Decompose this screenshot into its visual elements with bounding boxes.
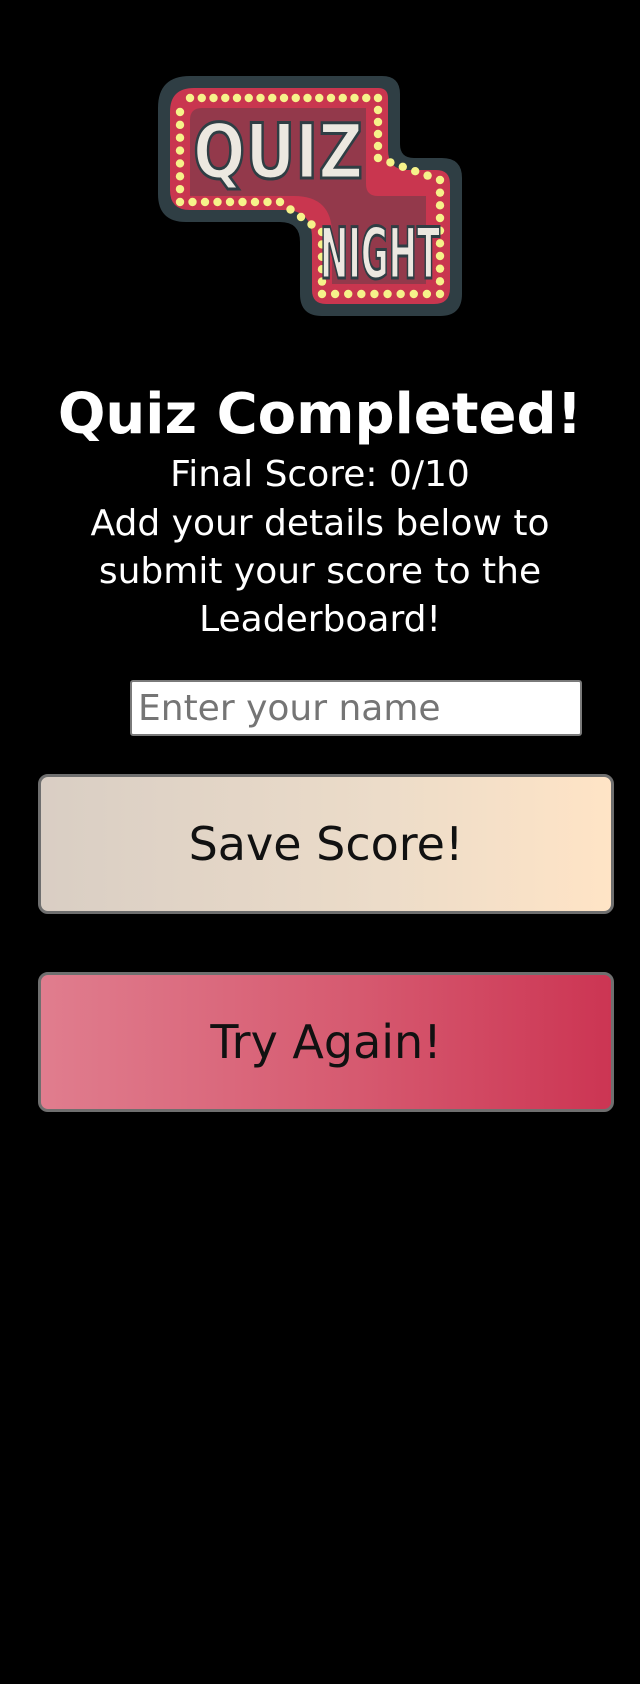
bulb-dot — [275, 197, 285, 207]
bulb-dot — [185, 93, 195, 103]
bulb-dot — [209, 93, 218, 103]
bulb-dot — [303, 93, 312, 103]
bulb-dot — [398, 162, 407, 171]
bulb-dot — [256, 93, 265, 103]
final-score: Final Score: 0/10 — [170, 454, 470, 495]
bulb-dot — [373, 153, 383, 163]
bulb-dot — [373, 93, 383, 103]
bulb-dot — [435, 175, 445, 185]
bulb-dot — [175, 159, 185, 168]
bulb-dot — [279, 93, 289, 103]
bulb-dot — [225, 197, 235, 207]
bulb-dot — [175, 133, 185, 142]
bulb-dot — [263, 197, 272, 207]
bulb-dot — [435, 201, 445, 210]
bulb-dot — [350, 93, 359, 103]
bulb-dot — [373, 129, 383, 139]
bulb-dot — [386, 158, 395, 167]
logo-graphic: QUIZ NIGHT — [158, 76, 462, 316]
bulb-dot — [315, 93, 324, 103]
bulb-dot — [268, 93, 277, 103]
bulb-dot — [188, 197, 197, 207]
bulb-dot — [362, 93, 371, 103]
quiz-night-logo: QUIZ NIGHT — [150, 72, 490, 322]
bulb-dot — [200, 197, 210, 207]
try-again-button[interactable]: Try Again! — [38, 972, 614, 1112]
logo-text-quiz: QUIZ — [193, 107, 363, 196]
bulb-dot — [291, 93, 300, 103]
bulb-dot — [175, 172, 185, 181]
bulb-dot — [175, 197, 185, 207]
bulb-dot — [307, 220, 316, 229]
bulb-dot — [286, 205, 295, 214]
bulb-dot — [197, 93, 206, 103]
bulb-dot — [175, 146, 185, 155]
bulb-dot — [221, 93, 230, 103]
bulb-dot — [232, 93, 242, 103]
bulb-dot — [175, 120, 185, 130]
bulb-dot — [175, 184, 185, 194]
save-score-button[interactable]: Save Score! — [38, 774, 614, 914]
bulb-dot — [296, 212, 306, 222]
bulb-dot — [338, 93, 347, 103]
quiz-completed-heading: Quiz Completed! — [57, 382, 583, 447]
bulb-dot — [411, 167, 420, 176]
logo-text-night: NIGHT — [320, 213, 440, 295]
bulb-dot — [423, 171, 432, 180]
bulb-dot — [213, 197, 222, 207]
bulb-dot — [250, 197, 260, 207]
bulb-dot — [244, 93, 253, 103]
bulb-dot — [326, 93, 336, 103]
submit-instructions: Add your details below to submit your sc… — [90, 503, 550, 640]
bulb-dot — [435, 188, 445, 197]
bulb-dot — [373, 117, 383, 127]
bulb-dot — [373, 141, 383, 151]
bulb-dot — [238, 197, 247, 207]
name-input[interactable] — [130, 680, 582, 736]
bulb-dot — [373, 105, 383, 115]
bulb-dot — [175, 107, 185, 117]
